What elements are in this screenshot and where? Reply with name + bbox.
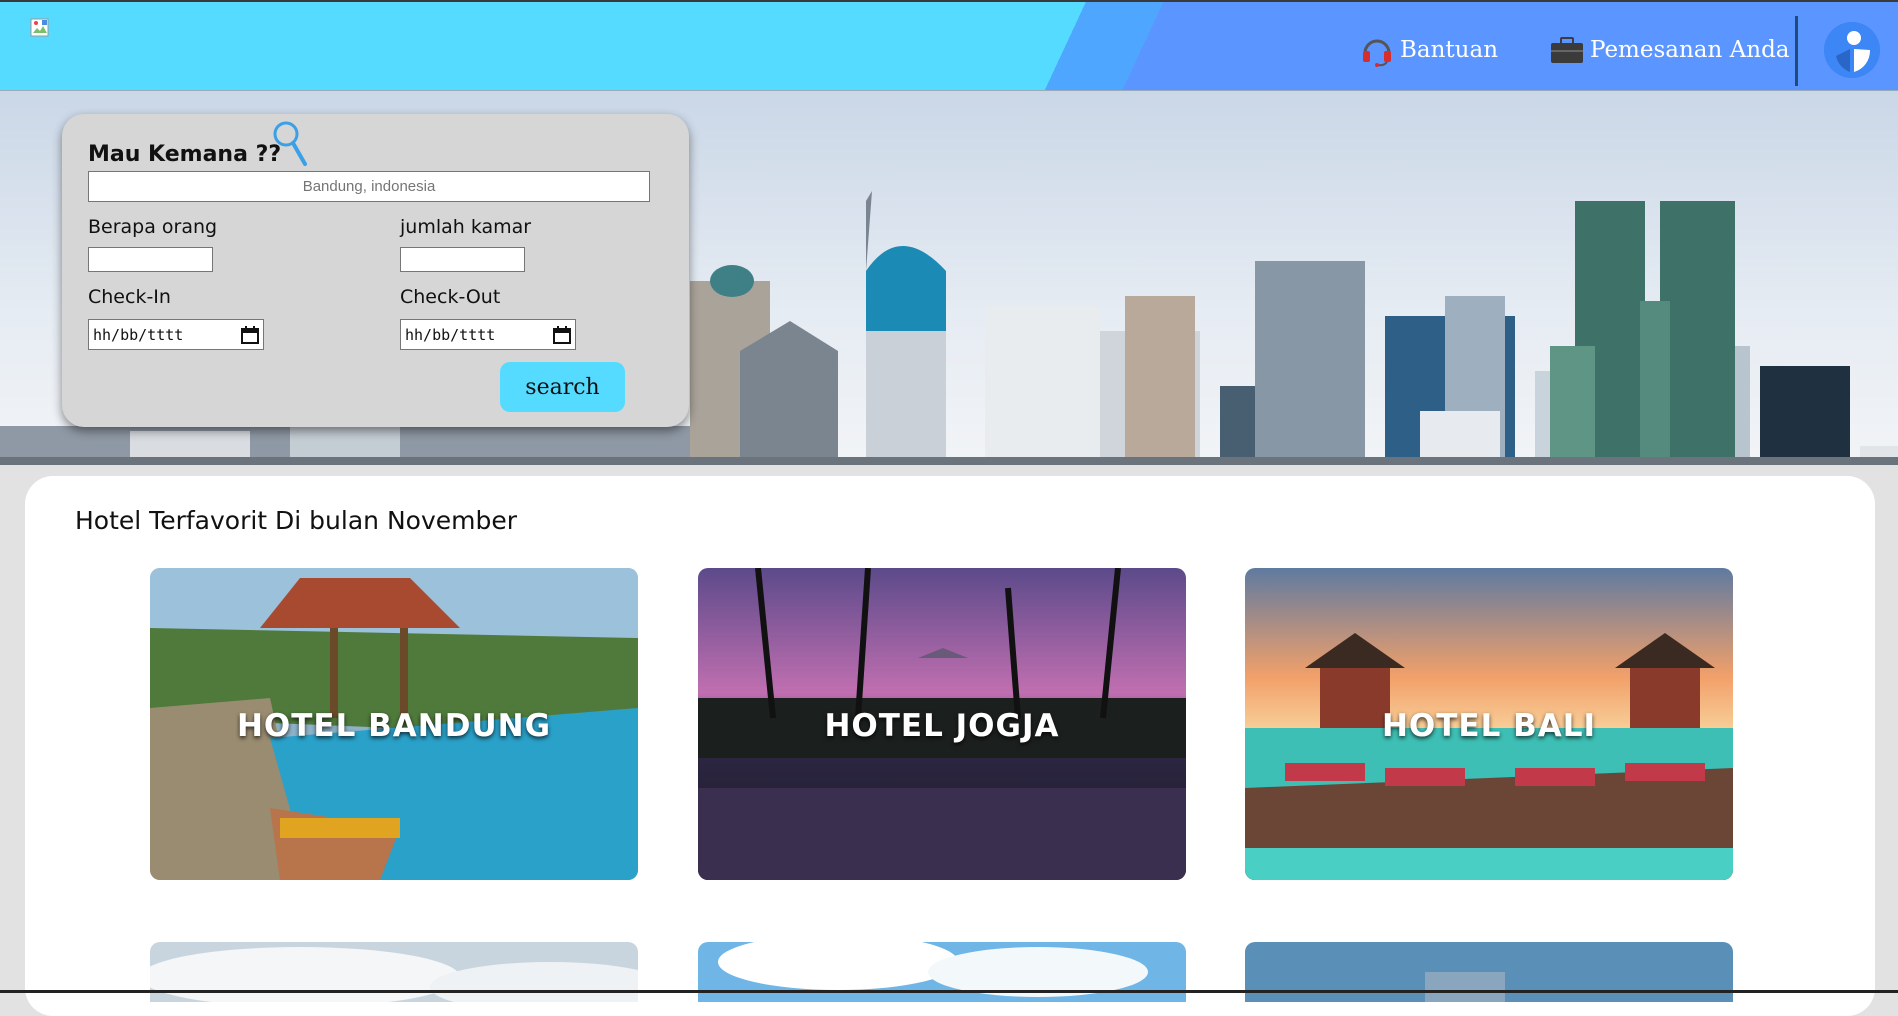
nav-help-link[interactable]: Bantuan xyxy=(1360,32,1498,68)
checkout-label: Check-Out xyxy=(400,286,501,308)
user-avatar-icon[interactable] xyxy=(1824,22,1880,78)
hotel-card-partial-image xyxy=(698,942,1186,1002)
hotel-card-label: HOTEL JOGJA xyxy=(824,708,1060,744)
checkin-date-value: hh/bb/tttt xyxy=(93,325,184,344)
hotel-card-jogja[interactable]: HOTEL JOGJA xyxy=(698,568,1186,880)
broken-logo-image[interactable] xyxy=(30,18,50,38)
checkout-date-input[interactable]: hh/bb/tttt xyxy=(400,319,576,350)
hotel-card-label: HOTEL BALI xyxy=(1381,708,1597,744)
guests-input[interactable] xyxy=(88,247,213,272)
favorites-section: Hotel Terfavorit Di bulan November HOTEL… xyxy=(25,476,1875,1016)
hotel-card-bali[interactable]: HOTEL BALI xyxy=(1245,568,1733,880)
search-panel: Mau Kemana ?? Berapa orang jumlah kamar … xyxy=(62,114,689,427)
search-title: Mau Kemana ?? xyxy=(88,142,282,167)
calendar-icon[interactable] xyxy=(241,325,259,344)
hotel-card-partial[interactable] xyxy=(150,942,638,1002)
hotel-card-partial-image xyxy=(1245,942,1733,1002)
rooms-label: jumlah kamar xyxy=(400,216,532,238)
hotel-card-bandung[interactable]: HOTEL BANDUNG xyxy=(150,568,638,880)
hotel-card-partial[interactable] xyxy=(1245,942,1733,1002)
nav-orders-label: Pemesanan Anda xyxy=(1590,37,1790,63)
checkout-date-value: hh/bb/tttt xyxy=(405,325,496,344)
hotel-card-label: HOTEL BANDUNG xyxy=(236,708,552,744)
hotel-card-partial-image xyxy=(150,942,638,1002)
destination-input[interactable] xyxy=(88,171,650,202)
headset-icon xyxy=(1363,39,1391,67)
calendar-icon[interactable] xyxy=(553,325,571,344)
guests-label: Berapa orang xyxy=(88,216,218,238)
hotel-card-partial[interactable] xyxy=(698,942,1186,1002)
search-button[interactable]: search xyxy=(500,362,625,412)
briefcase-icon xyxy=(1551,37,1583,63)
rooms-input[interactable] xyxy=(400,247,525,272)
magnifier-icon[interactable] xyxy=(272,120,312,168)
nav-orders-link[interactable]: Pemesanan Anda xyxy=(1550,32,1790,68)
nav-help-label: Bantuan xyxy=(1400,37,1499,63)
favorites-title: Hotel Terfavorit Di bulan November xyxy=(75,506,518,535)
top-navbar: Bantuan Pemesanan Anda xyxy=(0,0,1898,91)
checkin-date-input[interactable]: hh/bb/tttt xyxy=(88,319,264,350)
nav-divider xyxy=(1795,16,1798,86)
checkin-label: Check-In xyxy=(88,286,171,308)
